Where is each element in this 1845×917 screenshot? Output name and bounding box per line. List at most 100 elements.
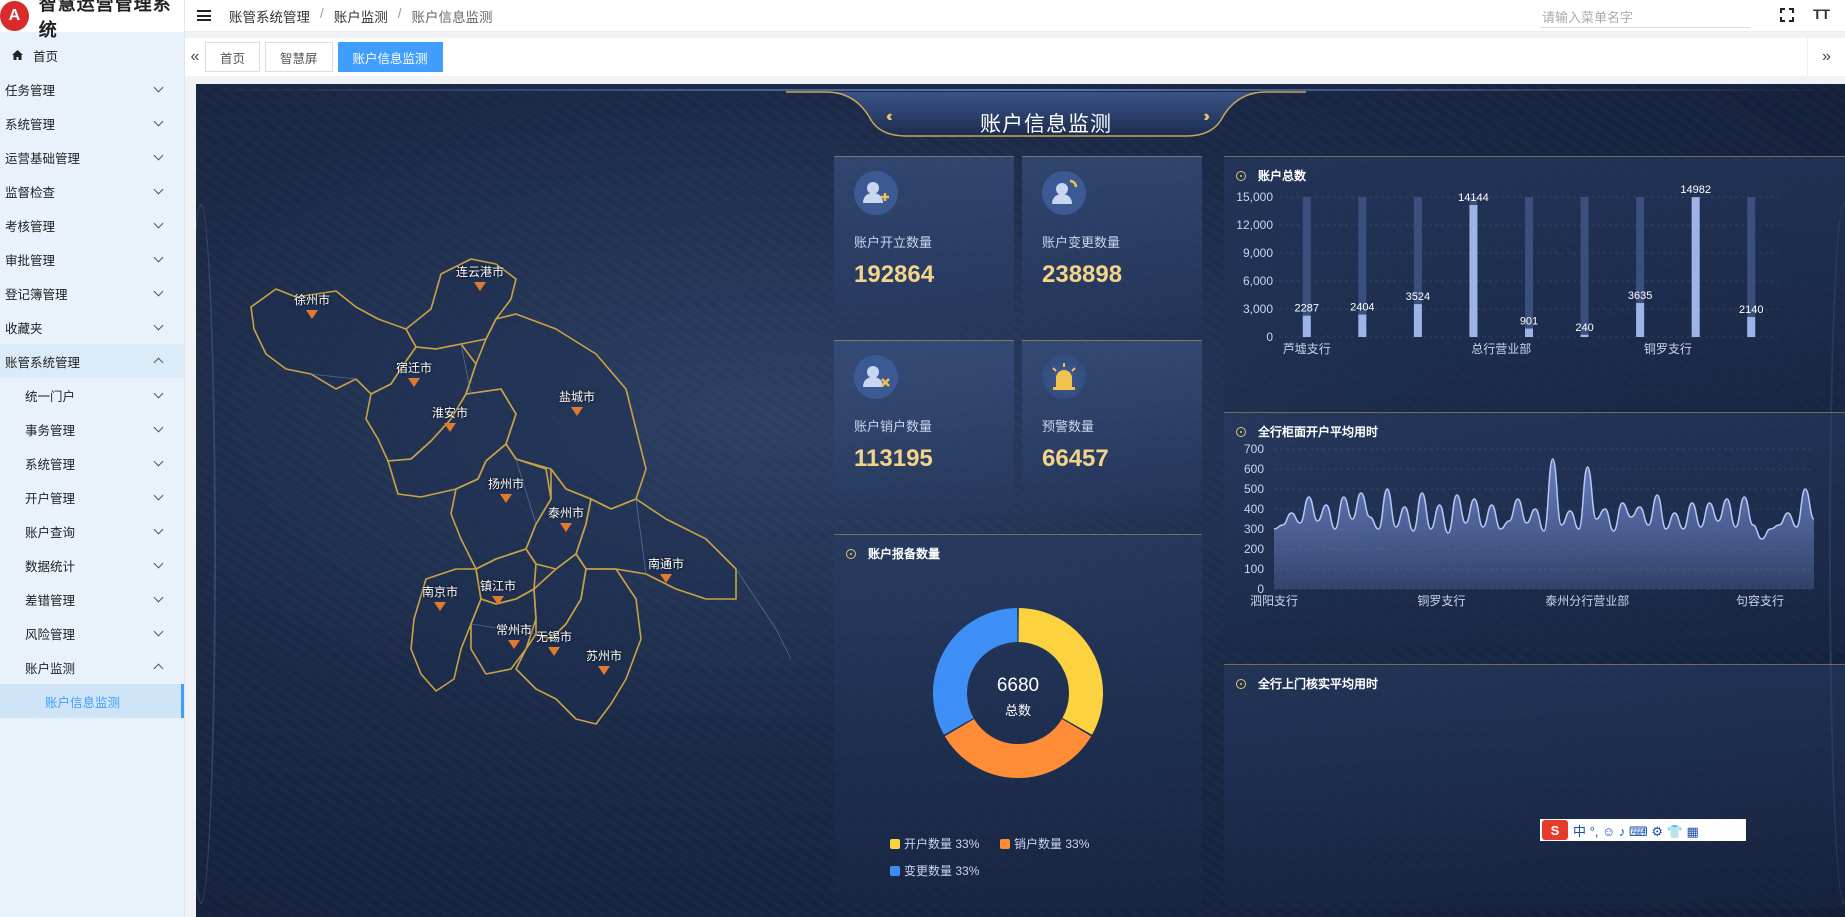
data-label: 2287 bbox=[1295, 303, 1319, 315]
y-tick-label: 600 bbox=[1244, 462, 1264, 476]
sidebar-subitem-open-account[interactable]: 开户管理 bbox=[0, 480, 184, 514]
donut-chart: 6680 总数 bbox=[933, 608, 1103, 778]
sidebar-subitem-errors[interactable]: 差错管理 bbox=[0, 582, 184, 616]
map-city-huaian[interactable]: 淮安市 bbox=[432, 404, 468, 432]
bar-track bbox=[1580, 197, 1589, 337]
sidebar-leaf-account-info-monitor[interactable]: 账户信息监测 bbox=[0, 684, 184, 718]
sidebar-item-task[interactable]: 任务管理 bbox=[0, 72, 184, 106]
map-city-nantong[interactable]: 南通市 bbox=[648, 555, 684, 583]
sidebar-subitem-account-monitor[interactable]: 账户监测 bbox=[0, 650, 184, 684]
tabs-scroll-right-icon[interactable]: » bbox=[1807, 38, 1845, 76]
chevron-down-icon bbox=[153, 320, 164, 331]
panel-account-total: 账户总数 0 3,000 6,000 9,000 12,000 15,000 2287 240… bbox=[1224, 156, 1845, 416]
kpi-label: 账户开立数量 bbox=[854, 235, 933, 250]
top-navbar: 账管系统管理 / 账户监测 / 账户信息监测 请输入菜单名字 TT bbox=[185, 0, 1845, 32]
chevron-down-icon bbox=[153, 422, 164, 433]
breadcrumb-item[interactable]: 账户监测 bbox=[334, 6, 388, 26]
sidebar-subitem-affairs[interactable]: 事务管理 bbox=[0, 412, 184, 446]
city-label: 镇江市 bbox=[480, 579, 517, 593]
map-pin-icon bbox=[660, 574, 672, 583]
panel-account-report: 账户报备数量 6680 总数 开户数量 33% 销户数量 33% 变更数量 33% bbox=[834, 534, 1202, 909]
tab-smart-screen[interactable]: 智慧屏 bbox=[265, 42, 333, 72]
map-city-wuxi[interactable]: 无锡市 bbox=[536, 628, 572, 656]
map-pin-icon bbox=[508, 640, 520, 649]
x-tick-label: 总行营业部 bbox=[1471, 341, 1531, 356]
sidebar-item-account-system[interactable]: 账管系统管理 bbox=[0, 344, 184, 378]
chevron-down-icon bbox=[153, 592, 164, 603]
tabs-scroll-left-icon[interactable]: « bbox=[185, 38, 205, 76]
alarm-icon bbox=[1042, 355, 1086, 399]
kpi-value: 66457 bbox=[1042, 445, 1109, 472]
sidebar-subitem-risk[interactable]: 风险管理 bbox=[0, 616, 184, 650]
city-label: 徐州市 bbox=[294, 293, 331, 307]
map-city-zhenjiang[interactable]: 镇江市 bbox=[480, 577, 516, 605]
map-city-yangzhou[interactable]: 扬州市 bbox=[488, 475, 524, 503]
tab-account-info-monitor[interactable]: 账户信息监测 bbox=[337, 42, 443, 72]
kpi-value: 238898 bbox=[1042, 261, 1123, 288]
y-tick-label: 200 bbox=[1244, 542, 1264, 556]
map-city-suzhou[interactable]: 苏州市 bbox=[586, 647, 622, 675]
chevron-up-icon bbox=[153, 663, 164, 674]
kpi-value: 113195 bbox=[854, 445, 933, 472]
sidebar-item-label: 账户信息监测 bbox=[45, 695, 121, 710]
sidebar-item-supervision[interactable]: 监督检查 bbox=[0, 174, 184, 208]
legend-label: 开户数量 bbox=[904, 837, 953, 851]
data-label: 240 bbox=[1575, 322, 1593, 334]
sidebar-item-label: 账户查询 bbox=[25, 525, 76, 540]
chevron-down-icon bbox=[153, 218, 164, 229]
sidebar-item-label: 数据统计 bbox=[25, 559, 76, 574]
map-city-yancheng[interactable]: 盐城市 bbox=[559, 388, 595, 416]
sidebar-item-assessment[interactable]: 考核管理 bbox=[0, 208, 184, 242]
city-label: 淮安市 bbox=[432, 406, 469, 420]
map-pin-icon bbox=[408, 378, 420, 387]
dashboard-title: 账户信息监测 bbox=[980, 113, 1112, 136]
city-label: 连云港市 bbox=[456, 265, 505, 279]
fullscreen-icon[interactable] bbox=[1780, 8, 1794, 22]
sidebar-subitem-system[interactable]: 系统管理 bbox=[0, 446, 184, 480]
header-right-arrows-icon: ›› bbox=[1203, 108, 1209, 125]
map-pin-icon bbox=[434, 602, 446, 611]
bar-chart: 0 3,000 6,000 9,000 12,000 15,000 2287 2404 3524… bbox=[1236, 185, 1779, 356]
sidebar-item-label: 监督检查 bbox=[5, 185, 56, 200]
map-city-suqian[interactable]: 宿迁市 bbox=[396, 359, 432, 387]
app-logo[interactable]: A 智慧运营管理系统 bbox=[0, 0, 184, 40]
map-city-nanjing[interactable]: 南京市 bbox=[422, 583, 458, 611]
tab-home[interactable]: 首页 bbox=[205, 42, 261, 72]
ime-toolbar[interactable]: S 中 °, ☺ ♪ ⌨ ⚙ 👕 ▦ bbox=[1540, 819, 1746, 841]
hamburger-menu-icon[interactable] bbox=[197, 10, 211, 21]
sidebar-item-ops-base[interactable]: 运营基础管理 bbox=[0, 140, 184, 174]
map-city-lianyungang[interactable]: 连云港市 bbox=[456, 263, 504, 291]
tab-bar: « 首页 智慧屏 账户信息监测 » bbox=[185, 38, 1845, 76]
sidebar-item-register[interactable]: 登记簿管理 bbox=[0, 276, 184, 310]
sidebar-item-system[interactable]: 系统管理 bbox=[0, 106, 184, 140]
legend-item-open[interactable]: 开户数量 33% bbox=[890, 835, 979, 852]
chevron-down-icon bbox=[153, 82, 164, 93]
sidebar-item-home[interactable]: 首页 bbox=[0, 38, 184, 72]
sidebar-item-label: 差错管理 bbox=[25, 593, 76, 608]
user-add-icon bbox=[854, 171, 898, 215]
sidebar-item-label: 事务管理 bbox=[25, 423, 76, 438]
legend-value: 33% bbox=[1065, 836, 1090, 851]
map-city-taizhou[interactable]: 泰州市 bbox=[548, 504, 584, 532]
breadcrumb-item[interactable]: 账管系统管理 bbox=[229, 6, 310, 26]
font-size-icon[interactable]: TT bbox=[1813, 6, 1830, 22]
sidebar-subitem-statistics[interactable]: 数据统计 bbox=[0, 548, 184, 582]
map-city-changzhou[interactable]: 常州市 bbox=[496, 621, 532, 649]
sidebar-subitem-account-query[interactable]: 账户查询 bbox=[0, 514, 184, 548]
city-label: 南通市 bbox=[648, 557, 685, 571]
map-city-xuzhou[interactable]: 徐州市 bbox=[294, 291, 330, 319]
legend-item-change[interactable]: 变更数量 33% bbox=[890, 862, 979, 879]
y-tick-label: 15,000 bbox=[1236, 190, 1273, 204]
sidebar-item-approval[interactable]: 审批管理 bbox=[0, 242, 184, 276]
chevron-down-icon bbox=[153, 626, 164, 637]
sidebar-item-favorites[interactable]: 收藏夹 bbox=[0, 310, 184, 344]
legend-item-close[interactable]: 销户数量 33% bbox=[1000, 835, 1089, 852]
sidebar-item-label: 运营基础管理 bbox=[5, 151, 81, 166]
map-pin-icon bbox=[492, 596, 504, 605]
ime-status: 中 °, ☺ ♪ ⌨ ⚙ 👕 ▦ bbox=[1573, 823, 1699, 839]
menu-search-input[interactable]: 请输入菜单名字 bbox=[1540, 4, 1750, 28]
sidebar-subitem-portal[interactable]: 统一门户 bbox=[0, 378, 184, 412]
data-label: 3524 bbox=[1406, 291, 1430, 303]
x-tick-label: 芦墟支行 bbox=[1283, 342, 1331, 356]
panel-visit-time: 全行上门核实平均用时 bbox=[1224, 664, 1845, 909]
